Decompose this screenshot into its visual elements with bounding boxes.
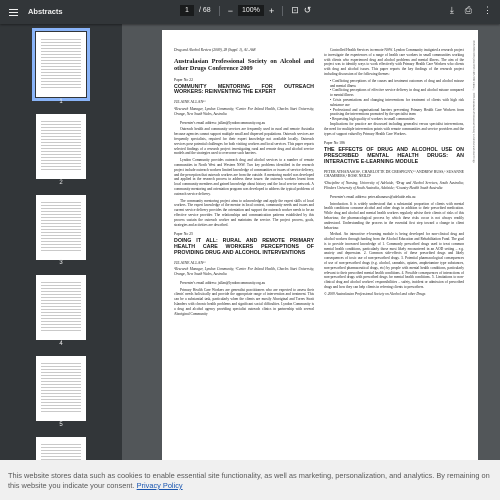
pdf-toolbar: Abstracts 1 / 68 − 100% + ⊡ ↺ ⤓ ⎙ ⋮ bbox=[0, 0, 500, 24]
paper-title: THE EFFECTS OF DRUG AND ALCOHOL USE ON P… bbox=[324, 147, 464, 165]
page-thumbnail[interactable] bbox=[36, 114, 86, 179]
abstract-paragraph: Outreach health and community services a… bbox=[174, 127, 314, 156]
page-number-input[interactable]: 1 bbox=[180, 5, 194, 16]
presenter-email: Presenter's email address: peter.athanas… bbox=[330, 194, 416, 199]
page-controls: 1 / 68 − 100% + ⊡ ↺ bbox=[180, 5, 311, 16]
fit-page-icon[interactable]: ⊡ bbox=[291, 5, 299, 16]
bullet-item: • Conflicting perceptions of effective s… bbox=[330, 88, 464, 98]
paper-authors: PETER ATHANASOS¹, CHARLOTTE DE CRESPIGNY… bbox=[324, 169, 464, 179]
zoom-input[interactable]: 100% bbox=[237, 5, 264, 16]
paper-affiliation: ¹Discipline of Nursing, University of Ad… bbox=[324, 181, 464, 190]
document-viewer[interactable]: Drug and Alcohol Review (2009), 28 (Supp… bbox=[122, 24, 500, 460]
abstract-paragraph: The community mentoring project aims to … bbox=[174, 198, 314, 227]
thumbnail-preview bbox=[41, 444, 81, 460]
paper-number: Paper No 25 bbox=[174, 232, 193, 237]
document-title: Abstracts bbox=[28, 7, 63, 16]
thumbnail-sidebar: 1 2 3 4 5 bbox=[0, 24, 122, 460]
pdf-page: Drug and Alcohol Review (2009), 28 (Supp… bbox=[162, 30, 478, 460]
toolbar-divider bbox=[282, 5, 284, 16]
paper-number: Paper No 22 bbox=[174, 77, 193, 82]
zoom-in-icon[interactable]: + bbox=[269, 6, 274, 16]
side-margin-text: ISSN 0959-5236 print/ISSN 1465-3362 onli… bbox=[472, 40, 475, 163]
page-thumbnail[interactable] bbox=[36, 195, 86, 260]
page-thumbnail[interactable] bbox=[36, 437, 86, 460]
paper-author: JULAINE ALLAN¹² bbox=[174, 260, 206, 265]
cookie-banner: This website stores data such as cookies… bbox=[0, 460, 500, 500]
thumbnail-label: 1 bbox=[59, 99, 63, 105]
thumbnail-label: 3 bbox=[59, 260, 63, 266]
thumbnail-label: 4 bbox=[59, 341, 63, 347]
page-thumbnail[interactable] bbox=[32, 28, 90, 101]
paper-title: COMMUNITY MENTORING FOR OUTREACH WORKERS… bbox=[174, 83, 314, 96]
presenter-email: Presenter's email address: jallan@lyndon… bbox=[180, 280, 266, 285]
more-options-icon[interactable]: ⋮ bbox=[483, 5, 492, 16]
paper-author: JULAINE ALLAN¹² bbox=[174, 100, 206, 105]
cookie-text: This website stores data such as cookies… bbox=[8, 471, 490, 490]
abstract-introduction: Introduction. It is widely understood th… bbox=[324, 201, 464, 230]
thumbnail-preview bbox=[41, 202, 81, 253]
bullet-item: • Crisis presentations and changing inte… bbox=[330, 97, 464, 107]
menu-icon[interactable] bbox=[9, 7, 18, 17]
page-thumbnail[interactable] bbox=[36, 275, 86, 340]
left-column: Drug and Alcohol Review (2009), 28 (Supp… bbox=[174, 48, 314, 318]
zoom-out-icon[interactable]: − bbox=[228, 6, 233, 16]
print-icon[interactable]: ⎙ bbox=[465, 5, 472, 16]
privacy-policy-link[interactable]: Privacy Policy bbox=[137, 481, 183, 490]
thumbnail-preview bbox=[41, 363, 81, 414]
page-thumbnail[interactable] bbox=[36, 356, 86, 421]
thumbnail-preview bbox=[41, 121, 81, 172]
conference-heading: Australasian Professional Society on Alc… bbox=[174, 57, 314, 72]
abstract-method: Method. An interactive e-learning module… bbox=[324, 232, 464, 290]
thumbnail-preview bbox=[41, 39, 81, 90]
toolbar-actions: ⤓ ⎙ ⋮ bbox=[450, 5, 492, 16]
download-icon[interactable]: ⤓ bbox=[450, 5, 454, 16]
right-column: Controlled Health Services in remote NSW… bbox=[324, 48, 464, 299]
abstract-paragraph: Primary Health Care Workers are generali… bbox=[174, 287, 314, 316]
thumbnail-label: 5 bbox=[59, 422, 63, 428]
thumbnail-label: 2 bbox=[59, 180, 63, 186]
toolbar-divider bbox=[218, 5, 220, 16]
bullet-item: • Professional and organisational barrie… bbox=[330, 107, 464, 117]
paper-number: Paper No 186 bbox=[324, 141, 345, 146]
paper-affiliation: ¹Research Manager, Lyndon Community, ²Ce… bbox=[174, 267, 314, 277]
abstract-paragraph: Lyndon Community provides outreach drug … bbox=[174, 158, 315, 196]
page-count: / 68 bbox=[199, 7, 211, 14]
abstract-paragraph: Implications for practice are discussed … bbox=[324, 121, 464, 136]
rotate-icon[interactable]: ↺ bbox=[304, 5, 312, 16]
paper-title: DOING IT ALL: RURAL AND REMOTE PRIMARY H… bbox=[174, 238, 314, 256]
cookie-message: This website stores data such as cookies… bbox=[8, 471, 493, 491]
paper-affiliation: ¹Research Manager, Lyndon Community, ²Ce… bbox=[174, 106, 314, 116]
journal-citation: Drug and Alcohol Review (2009), 28 (Supp… bbox=[174, 48, 256, 52]
presenter-email: Presenter's email address: jallan@lyndon… bbox=[180, 120, 266, 125]
thumbnail-preview bbox=[41, 282, 81, 333]
page-footer: © 2009 Australasian Professional Society… bbox=[324, 291, 426, 296]
abstract-paragraph: Controlled Health Services in remote NSW… bbox=[324, 48, 465, 76]
bullet-item: • Conflicting perceptions of the causes … bbox=[330, 78, 464, 88]
